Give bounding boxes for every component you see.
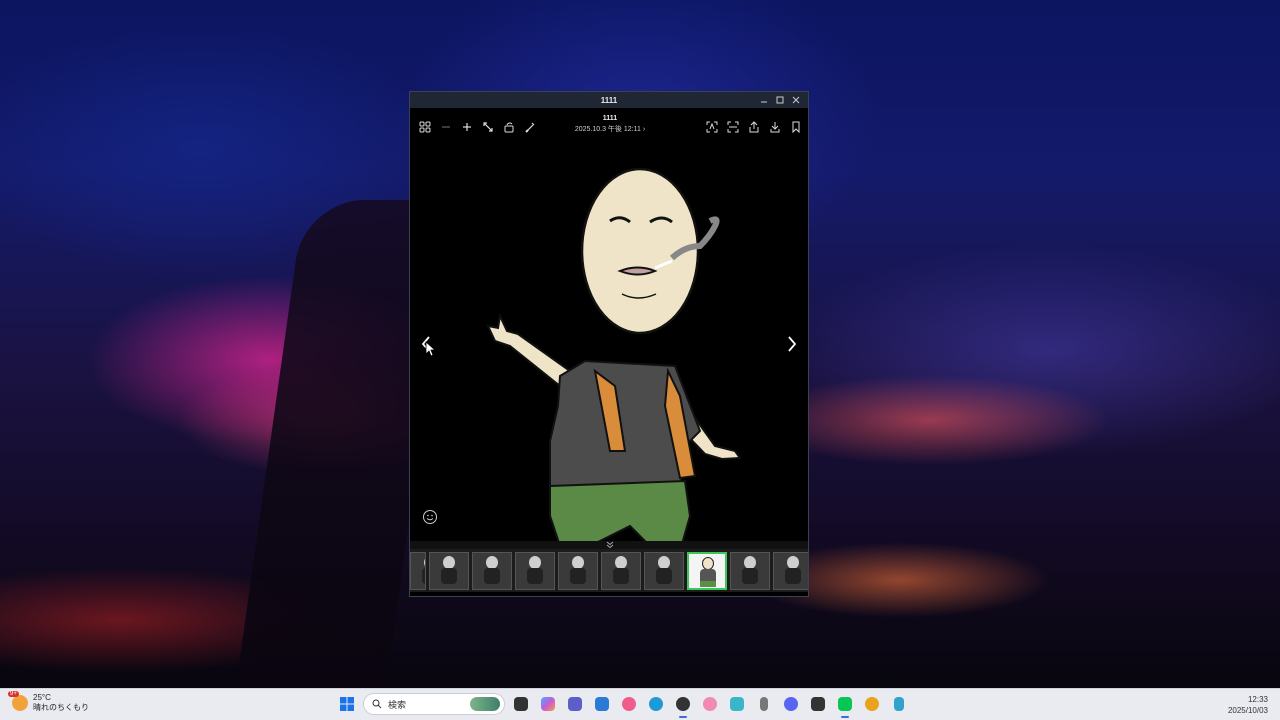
mouse-cursor-icon — [425, 341, 437, 357]
zoom-out-icon[interactable] — [437, 119, 454, 136]
clock-time: 12:33 — [1247, 695, 1268, 704]
thumbnail-strip — [410, 549, 808, 592]
maximize-icon[interactable] — [772, 92, 788, 108]
thumbnail-selected[interactable] — [687, 551, 727, 590]
fit-expand-icon[interactable] — [479, 119, 496, 136]
image-viewport[interactable] — [410, 146, 808, 541]
filmstrip-toggle[interactable] — [410, 541, 808, 549]
weather-sun-icon: 9+ — [8, 691, 28, 711]
weather-temperature: 25°C — [33, 693, 51, 702]
next-image-button[interactable] — [782, 330, 802, 358]
close-icon[interactable] — [788, 92, 804, 108]
obs-icon[interactable] — [672, 693, 694, 718]
window-controls — [756, 92, 804, 108]
thumbnail[interactable] — [472, 551, 512, 590]
minimize-icon[interactable] — [756, 92, 772, 108]
download-icon[interactable] — [766, 119, 783, 136]
taskbar: 9+ 25°C 晴れのちくもり 検索 12:33 2025/10/03 — [0, 688, 1280, 720]
grid-icon[interactable] — [416, 119, 433, 136]
search-placeholder: 検索 — [388, 699, 407, 710]
start-button[interactable] — [336, 693, 358, 715]
file-date-text: 2025.10.3 午後 12:11 — [574, 126, 641, 133]
emoji-icon[interactable] — [422, 509, 438, 525]
coin-app-icon[interactable] — [861, 693, 883, 715]
line-icon[interactable] — [834, 693, 856, 718]
edit-brush-icon[interactable] — [521, 119, 538, 136]
globe-app-icon[interactable] — [726, 693, 748, 715]
microsoft-store-icon[interactable] — [591, 693, 613, 715]
system-clock[interactable]: 12:33 2025/10/03 — [1228, 694, 1268, 716]
phone-app-icon[interactable] — [753, 693, 775, 715]
file-explorer-icon[interactable] — [510, 693, 532, 715]
thumbnail[interactable] — [730, 551, 770, 590]
chevron-right-icon — [788, 336, 797, 352]
viewer-toolbar: 1111 2025.10.3 午後 12:11 › — [410, 108, 808, 146]
teams-icon[interactable] — [564, 693, 586, 715]
copilot-icon[interactable] — [537, 693, 559, 715]
zoom-in-icon[interactable] — [458, 119, 475, 136]
file-date[interactable]: 2025.10.3 午後 12:11 › — [560, 124, 660, 134]
thumbnail[interactable] — [515, 551, 555, 590]
cartoon-image — [486, 167, 742, 541]
thumbnail[interactable] — [410, 551, 426, 590]
thumbnail[interactable] — [558, 551, 598, 590]
windows-logo-icon — [340, 697, 354, 711]
pink-app-icon[interactable] — [699, 693, 721, 715]
search-highlight-image — [470, 697, 500, 711]
file-name: 1111 — [602, 115, 618, 122]
thumbnail[interactable] — [429, 551, 469, 590]
taskbar-search[interactable]: 検索 — [363, 693, 505, 715]
edge-icon[interactable] — [645, 693, 667, 715]
chevron-right-icon: › — [642, 126, 646, 133]
share-icon[interactable] — [745, 119, 762, 136]
file-info: 1111 2025.10.3 午後 12:11 › — [560, 115, 660, 134]
clock-date: 2025/10/03 — [1227, 706, 1268, 715]
thumbnail[interactable] — [773, 551, 808, 590]
thumbnail[interactable] — [601, 551, 641, 590]
weather-condition: 晴れのちくもり — [33, 703, 89, 712]
rotate-icon[interactable] — [500, 119, 517, 136]
window-title: 1111 — [600, 95, 618, 105]
itunes-icon[interactable] — [618, 693, 640, 715]
photo-viewer-window: 1111 1111 2025.10.3 午後 12:11 › — [409, 91, 809, 597]
thumbnail[interactable] — [644, 551, 684, 590]
nev-app-icon[interactable] — [807, 693, 829, 715]
chevron-double-down-icon — [606, 541, 614, 549]
taskbar-apps: 検索 — [336, 693, 910, 718]
bookmark-icon[interactable] — [787, 119, 804, 136]
notepad-icon[interactable] — [888, 693, 910, 715]
title-bar[interactable]: 1111 — [410, 92, 808, 108]
discord-icon[interactable] — [780, 693, 802, 715]
scan-icon[interactable] — [724, 119, 741, 136]
text-recognition-icon[interactable] — [703, 119, 720, 136]
search-icon — [372, 699, 382, 709]
notification-badge: 9+ — [8, 691, 19, 697]
weather-widget[interactable]: 9+ 25°C 晴れのちくもり — [8, 691, 89, 713]
